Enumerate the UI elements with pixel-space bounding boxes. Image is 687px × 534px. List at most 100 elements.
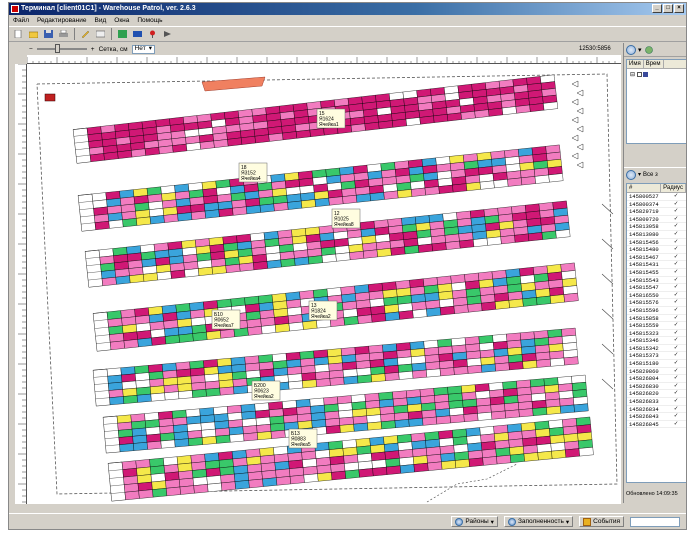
- storage-cell: [405, 389, 421, 399]
- tree-col-time[interactable]: Врем: [644, 60, 664, 68]
- green-grid-icon: [118, 30, 127, 38]
- list-item[interactable]: 145826845 ✓: [627, 421, 686, 429]
- list-item[interactable]: 145826833 ✓: [627, 398, 686, 406]
- list-item[interactable]: 145815455 ✓: [627, 269, 686, 277]
- storage-cell: [379, 406, 395, 415]
- storage-cell: [331, 470, 346, 481]
- refresh-icon[interactable]: [626, 44, 636, 55]
- list-item[interactable]: 145815547 ✓: [627, 284, 686, 292]
- print-button[interactable]: [57, 28, 70, 40]
- storage-cell: [436, 415, 451, 425]
- list-item[interactable]: 145815180 ✓: [627, 360, 686, 368]
- list-item[interactable]: 145809720 ✓: [627, 216, 686, 224]
- menu-help[interactable]: Помощь: [136, 15, 163, 26]
- list-item[interactable]: 145826820 ✓: [627, 390, 686, 399]
- storage-cell: [479, 180, 495, 190]
- new-file-button[interactable]: [12, 28, 25, 40]
- list-item[interactable]: 145829860 ✓: [627, 368, 686, 376]
- list-item[interactable]: 145826834 ✓: [627, 406, 686, 414]
- grid-select-value: Нет: [134, 45, 146, 52]
- list-item[interactable]: 145815342 ✓: [627, 345, 686, 353]
- location-callout: Б10Я0652Ячейка7: [211, 309, 241, 330]
- chevron-down-icon[interactable]: ▾: [638, 46, 642, 54]
- storage-cell: [206, 330, 222, 340]
- list-item[interactable]: 145815596 ✓: [627, 307, 686, 315]
- list-item[interactable]: 145815456 ✓: [627, 239, 686, 247]
- storage-cell: [287, 373, 303, 383]
- list-item[interactable]: 145815373 ✓: [627, 352, 686, 361]
- minimize-button[interactable]: _: [652, 4, 662, 13]
- list-item[interactable]: 145826830 ✓: [627, 383, 686, 391]
- storage-cell: [549, 294, 565, 304]
- storage-cell: [441, 460, 457, 470]
- tree-root-node[interactable]: ⊟: [627, 69, 686, 80]
- grid-select[interactable]: Нет ▾: [131, 44, 155, 54]
- close-button[interactable]: ×: [674, 4, 684, 13]
- warehouse-map-canvas[interactable]: 15Я1624Ячейка1 18Я3152Ячейка4 12Я1025Ячейк…: [27, 64, 621, 504]
- tag-list[interactable]: # Радиус 145800527 ✓ 145800374 ✓ 145829719 ✓ 1…: [626, 183, 686, 483]
- list-item[interactable]: 145826804 ✓: [627, 375, 686, 383]
- menu-edit[interactable]: Редактирование: [36, 15, 88, 26]
- menu-windows[interactable]: Окна: [113, 15, 130, 26]
- storage-cell: [330, 463, 346, 473]
- new-file-icon: [14, 30, 22, 38]
- layout-button[interactable]: [94, 28, 107, 40]
- zoom-in-button[interactable]: +: [91, 46, 95, 53]
- tree-col-name[interactable]: Имя: [627, 60, 644, 68]
- object-tree[interactable]: Имя Врем ⊟: [626, 59, 686, 144]
- arrow-button[interactable]: [161, 28, 174, 40]
- pin-button[interactable]: [146, 28, 159, 40]
- storage-cell: [355, 360, 371, 370]
- save-button[interactable]: [42, 28, 55, 40]
- storage-cell: [149, 457, 165, 468]
- open-button[interactable]: [27, 28, 40, 40]
- list-item[interactable]: 145800374 ✓: [627, 201, 686, 209]
- list-item[interactable]: 145815467 ✓: [627, 254, 686, 262]
- zoom-out-button[interactable]: −: [29, 46, 33, 53]
- tab-events[interactable]: События: [579, 516, 624, 527]
- storage-cell: [338, 409, 354, 419]
- list-item[interactable]: 145826843 ✓: [627, 413, 686, 421]
- tab-districts[interactable]: Районы ▾: [451, 516, 498, 527]
- list-item[interactable]: 145815346 ✓: [627, 337, 686, 345]
- storage-cell: [175, 361, 191, 371]
- check-icon: ✓: [673, 398, 679, 405]
- expand-icon[interactable]: ⊟: [630, 72, 635, 78]
- maximize-button[interactable]: □: [663, 4, 673, 13]
- list-item[interactable]: 145815559 ✓: [627, 322, 686, 330]
- storage-cell: [158, 145, 174, 155]
- list-item[interactable]: 145800527 ✓: [627, 193, 686, 201]
- list-col-radius[interactable]: Радиус: [661, 184, 686, 192]
- storage-cell: [397, 441, 413, 451]
- zoom-thumb[interactable]: [54, 44, 60, 53]
- list-item[interactable]: 145815431 ✓: [627, 261, 686, 269]
- blue-grid-button[interactable]: [131, 28, 144, 40]
- list-item[interactable]: 145815480 ✓: [627, 246, 686, 254]
- list-item[interactable]: 145813058 ✓: [627, 223, 686, 231]
- list-item[interactable]: 145815858 ✓: [627, 315, 686, 323]
- storage-cell: [275, 468, 291, 478]
- zoom-slider[interactable]: [36, 44, 87, 53]
- list-col-id[interactable]: #: [627, 184, 662, 192]
- storage-cell: [190, 367, 205, 377]
- menu-file[interactable]: Файл: [12, 15, 30, 26]
- chevron-down-icon[interactable]: ▾: [638, 171, 641, 178]
- tab-fill[interactable]: Заполненность ▾: [503, 516, 574, 527]
- menu-view[interactable]: Вид: [94, 15, 108, 26]
- list-item[interactable]: 145829719 ✓: [627, 208, 686, 216]
- tree-settings-icon[interactable]: [644, 45, 654, 55]
- checkbox[interactable]: [636, 71, 642, 77]
- list-refresh-icon[interactable]: [626, 169, 636, 180]
- list-item[interactable]: 145813080 ✓: [627, 231, 686, 239]
- edit-button[interactable]: [79, 28, 92, 40]
- storage-cell: [122, 387, 138, 397]
- green-grid-button[interactable]: [116, 28, 129, 40]
- list-item[interactable]: 145815576 ✓: [627, 299, 686, 307]
- list-item[interactable]: 145815543 ✓: [627, 277, 686, 285]
- storage-cell: [439, 360, 454, 369]
- list-filter-label[interactable]: Все з: [643, 172, 658, 178]
- list-item[interactable]: 145816550 ✓: [627, 292, 686, 300]
- districts-icon: [455, 517, 464, 526]
- storage-cell: [205, 460, 220, 470]
- list-item[interactable]: 145815323 ✓: [627, 330, 686, 338]
